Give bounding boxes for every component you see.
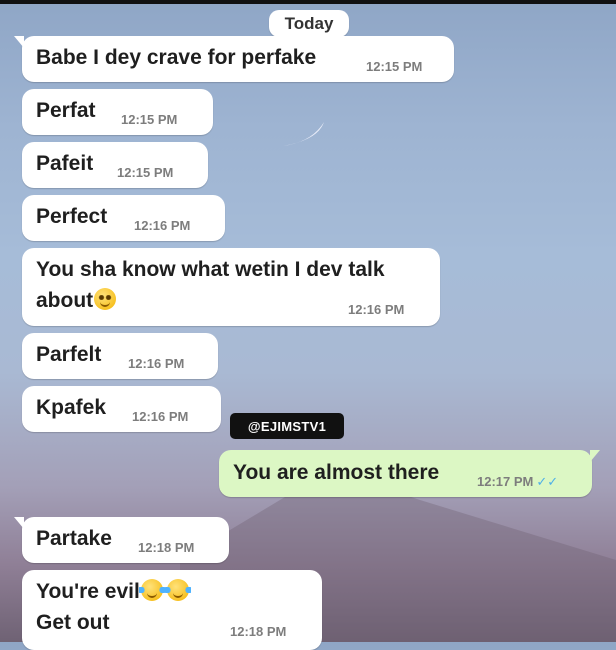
date-divider: Today [269, 10, 349, 37]
message-text: Babe I dey crave for perfake [36, 46, 317, 69]
message-text-line-2: about [36, 285, 117, 316]
message-time: 12:16 PM [134, 218, 191, 233]
message-bubble[interactable]: Partake 12:18 PM [14, 517, 229, 563]
watermark-handle: @EJIMSTV1 [230, 413, 344, 439]
top-edge-bar [0, 0, 616, 4]
message-text-fragment: You're evil [36, 580, 140, 603]
message-time: 12:15 PM [117, 165, 174, 180]
message-text: Pafeit [36, 152, 94, 175]
message-bubble[interactable]: You sha know what wetin I dev talk about… [22, 248, 440, 326]
crying-laughing-emoji-icon [164, 579, 191, 601]
message-time: 12:15 PM [121, 112, 178, 127]
message-time: 12:17 PM ✓✓ [477, 474, 558, 490]
message-bubble[interactable]: You're evil Get out 12:18 PM [22, 570, 322, 650]
message-bubble[interactable]: Pafeit 12:15 PM [22, 142, 208, 188]
message-text-line-1: You sha know what wetin I dev talk [36, 258, 385, 281]
message-bubble[interactable]: Perfect 12:16 PM [22, 195, 225, 241]
message-bubble[interactable]: Babe I dey crave for perfake 12:15 PM [14, 36, 454, 82]
message-time: 12:16 PM [128, 356, 185, 371]
message-text-fragment: about [36, 289, 94, 312]
message-text: Perfect [36, 205, 108, 228]
message-text: You are almost there [233, 461, 440, 484]
message-bubble[interactable]: Perfat 12:15 PM [22, 89, 213, 135]
message-bubble[interactable]: Kpafek 12:16 PM [22, 386, 221, 432]
message-bubble-outgoing[interactable]: You are almost there 12:17 PM ✓✓ [219, 450, 600, 497]
message-text-line-2: Get out [36, 611, 110, 634]
message-time: 12:18 PM [230, 624, 287, 639]
message-time: 12:15 PM [366, 59, 423, 74]
crying-laughing-emoji-icon [138, 579, 165, 601]
message-time: 12:16 PM [348, 302, 405, 317]
message-text: Kpafek [36, 396, 107, 419]
message-text: Perfat [36, 99, 96, 122]
message-time: 12:16 PM [132, 409, 189, 424]
message-text: Parfelt [36, 343, 102, 366]
double-check-icon: ✓✓ [536, 474, 559, 489]
message-bubble[interactable]: Parfelt 12:16 PM [22, 333, 218, 379]
pleading-face-emoji-icon [94, 288, 117, 310]
message-text-line-1: You're evil [36, 576, 191, 607]
message-text: Partake [36, 527, 112, 550]
message-time-text: 12:17 PM [477, 474, 534, 489]
message-time: 12:18 PM [138, 540, 195, 555]
